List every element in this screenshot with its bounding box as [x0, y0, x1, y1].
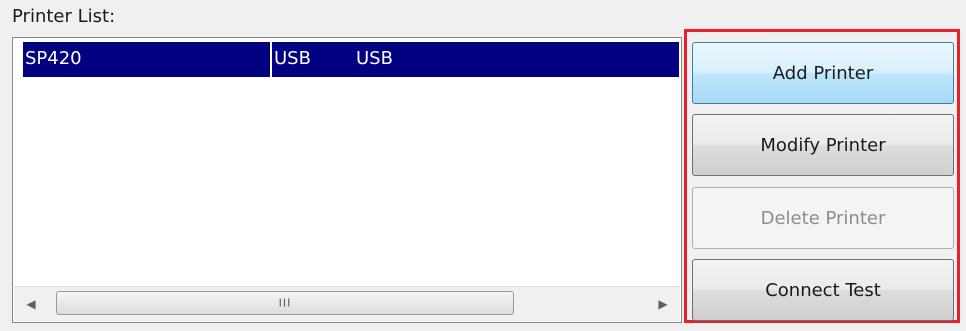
printer-port-cell: USB [356, 48, 393, 69]
horizontal-scrollbar[interactable]: ◀ III ▶ [14, 286, 680, 321]
modify-printer-button[interactable]: Modify Printer [692, 114, 954, 176]
printer-name-cell: SP420 [25, 48, 82, 69]
scroll-right-arrow-icon[interactable]: ▶ [646, 287, 680, 321]
scrollbar-thumb[interactable]: III [56, 291, 514, 315]
printer-list-label: Printer List: [12, 6, 116, 27]
delete-printer-button[interactable]: Delete Printer [692, 187, 954, 249]
add-printer-button[interactable]: Add Printer [692, 42, 954, 104]
printer-listbox[interactable]: SP420 USB USB ◀ III ▶ [12, 37, 682, 323]
printer-row[interactable]: SP420 USB USB [23, 42, 679, 77]
printer-actions-highlight: Add Printer Modify Printer Delete Printe… [684, 29, 960, 323]
column-separator [270, 42, 272, 77]
scroll-left-arrow-icon[interactable]: ◀ [14, 287, 48, 321]
connect-test-button[interactable]: Connect Test [692, 259, 954, 321]
printer-connection-cell: USB [274, 48, 311, 69]
scrollbar-grip-icon: III [278, 296, 292, 310]
